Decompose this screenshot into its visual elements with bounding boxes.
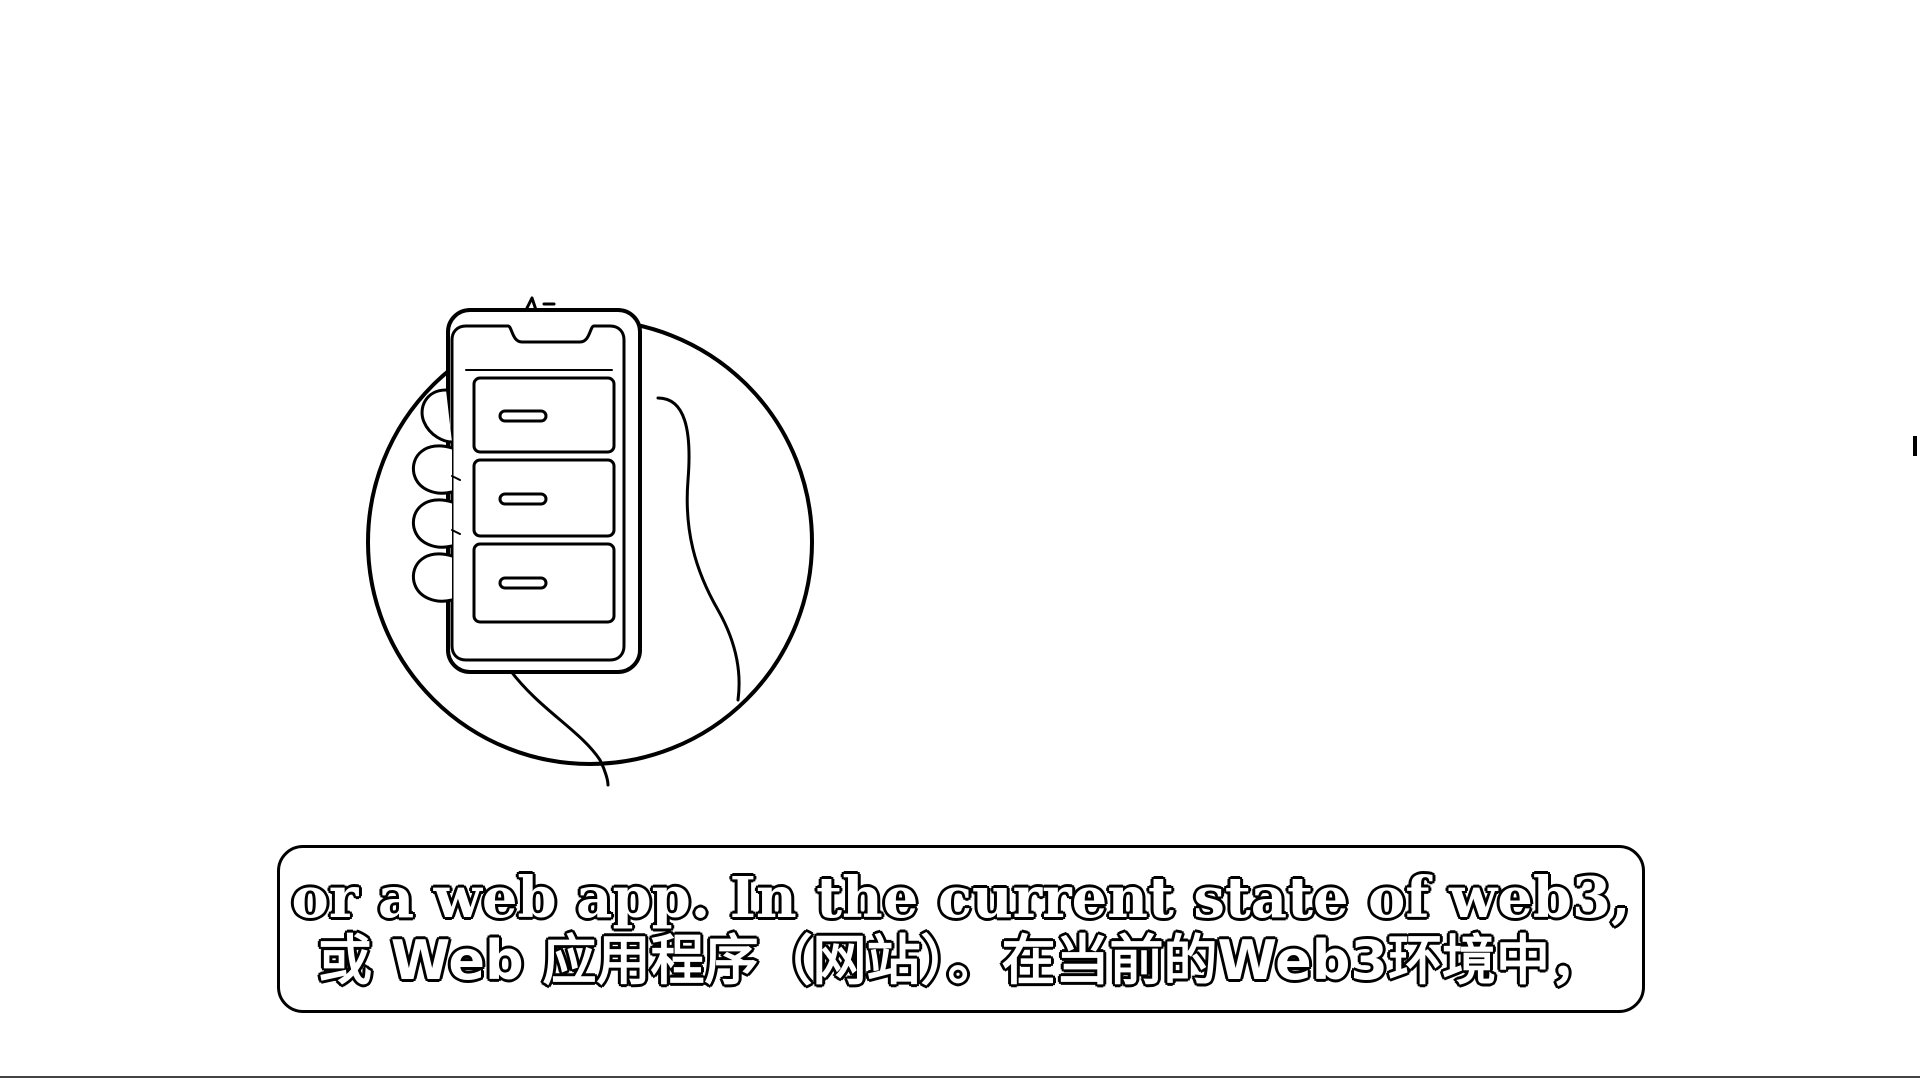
bottom-divider xyxy=(0,1076,1920,1078)
edge-marker xyxy=(1913,436,1917,456)
hand-holding-phone-icon xyxy=(366,296,814,787)
subtitle-box: or a web app. In the current state of we… xyxy=(277,845,1645,1013)
video-frame: or a web app. In the current state of we… xyxy=(0,0,1920,1080)
subtitle-english: or a web app. In the current state of we… xyxy=(290,864,1632,931)
subtitle-chinese: 或 Web 应用程序（网站）。在当前的Web3环境中， xyxy=(316,929,1605,993)
